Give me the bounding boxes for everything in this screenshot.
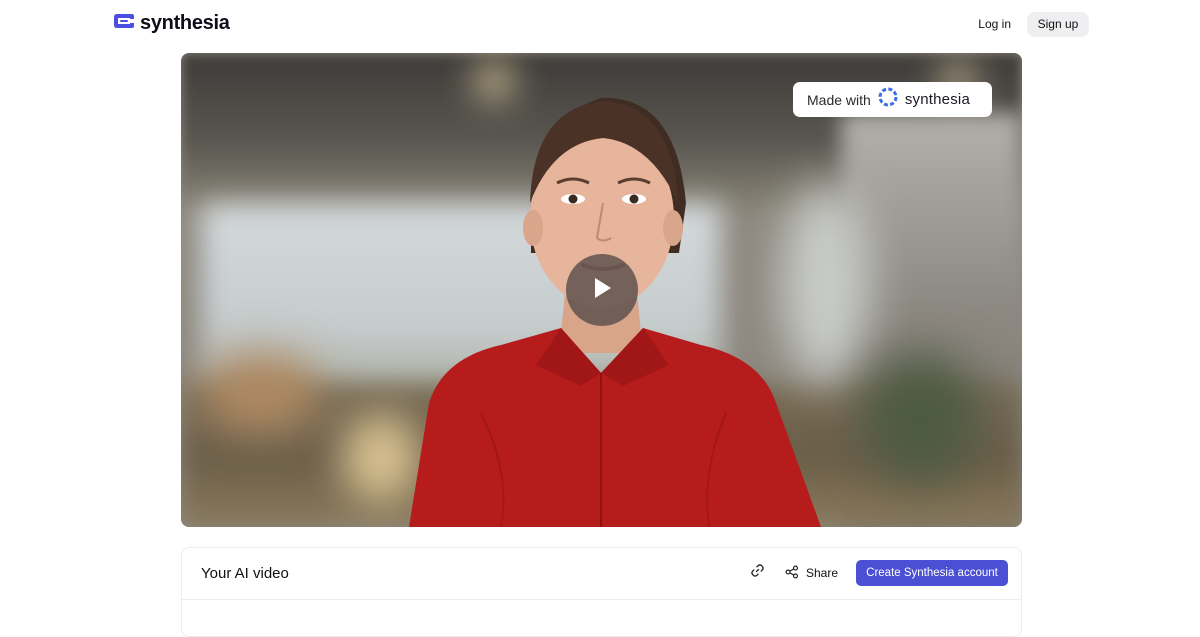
login-button[interactable]: Log in — [976, 11, 1013, 37]
badge-prefix: Made with — [807, 91, 871, 108]
signup-button[interactable]: Sign up — [1027, 11, 1089, 37]
brand-name: synthesia — [140, 11, 230, 34]
video-player[interactable]: Made with synthesia — [181, 53, 1022, 527]
share-label: Share — [805, 566, 838, 580]
video-actions: Share Create Synthesia account — [749, 560, 1008, 586]
share-button[interactable]: Share — [785, 565, 838, 582]
share-icon — [785, 565, 799, 582]
made-with-badge[interactable]: Made with synthesia — [793, 82, 992, 117]
link-icon — [750, 563, 765, 583]
brand-logo[interactable]: synthesia — [113, 11, 230, 35]
play-button[interactable] — [566, 254, 638, 326]
copy-link-button[interactable] — [749, 564, 767, 582]
play-icon — [591, 276, 613, 305]
video-title: Your AI video — [201, 565, 289, 582]
synthesia-logo-icon — [113, 13, 135, 34]
synthesia-badge-icon — [877, 86, 899, 113]
create-account-button[interactable]: Create Synthesia account — [856, 560, 1008, 586]
video-info-card: Your AI video Share Create Synthesia acc… — [181, 547, 1022, 637]
header-nav: Log in Sign up — [976, 11, 1089, 37]
info-divider — [182, 599, 1021, 600]
badge-brand: synthesia — [904, 91, 970, 108]
site-header: synthesia Log in Sign up — [0, 0, 1200, 46]
